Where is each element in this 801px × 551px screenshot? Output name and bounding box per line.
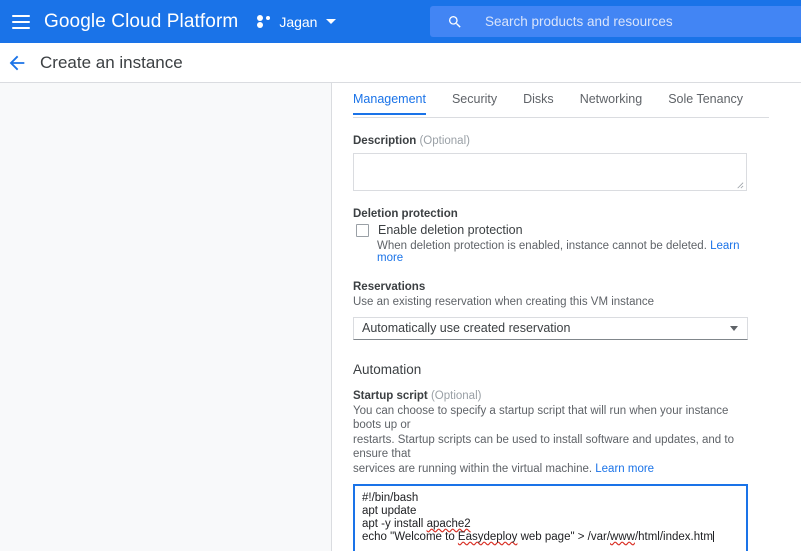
tab-networking[interactable]: Networking: [580, 88, 643, 114]
startup-script-label-text: Startup script: [353, 389, 428, 402]
search-placeholder-text: Search products and resources: [485, 14, 673, 29]
script-line-4-misspelled-word-2: www: [610, 531, 635, 543]
deletion-protection-help: When deletion protection is enabled, ins…: [377, 240, 749, 264]
project-selector[interactable]: Jagan: [257, 13, 337, 30]
description-optional-text: (Optional): [419, 135, 470, 147]
description-label-text: Description: [353, 135, 417, 147]
reservation-select[interactable]: Automatically use created reservation: [353, 316, 748, 340]
search-icon: [449, 15, 461, 28]
deletion-protection-block: Deletion protection Enable deletion prot…: [353, 208, 749, 264]
tab-disks[interactable]: Disks: [523, 88, 554, 114]
script-line-4-part-b: web page" > /var/: [517, 531, 611, 543]
enable-deletion-protection-label[interactable]: Enable deletion protection: [378, 223, 523, 237]
description-label: Description (Optional): [353, 135, 749, 147]
tab-bar: Management Security Disks Networking Sol…: [353, 88, 769, 118]
content-area: Management Security Disks Networking Sol…: [0, 83, 801, 551]
project-name-label: Jagan: [279, 13, 318, 30]
startup-script-optional-text: (Optional): [430, 389, 482, 402]
deletion-protection-help-text: When deletion protection is enabled, ins…: [377, 240, 707, 252]
top-app-bar: Google Cloud Platform Jagan Search produ…: [0, 0, 801, 43]
startup-script-help: You can choose to specify a startup scri…: [353, 404, 749, 477]
reservations-help: Use an existing reservation when creatin…: [353, 296, 655, 308]
startup-script-learn-more-link[interactable]: Learn more: [595, 463, 654, 475]
startup-script-block: Startup script (Optional) You can choose…: [353, 390, 749, 551]
left-summary-panel: [0, 83, 332, 551]
chevron-down-icon: [326, 19, 337, 24]
script-line-4-part-c: /html/index.htm: [634, 531, 713, 543]
script-line-1: #!/bin/bash: [362, 492, 419, 504]
enable-deletion-protection-row[interactable]: Enable deletion protection: [353, 223, 749, 237]
startup-script-label: Startup script (Optional): [353, 390, 749, 402]
text-cursor-caret: [712, 531, 714, 542]
reservations-label: Reservations: [353, 281, 426, 293]
tab-security[interactable]: Security: [452, 88, 497, 114]
tab-sole-tenancy[interactable]: Sole Tenancy: [668, 88, 743, 114]
startup-script-help-line3: services are running within the virtual …: [353, 462, 593, 475]
page-title: Create an instance: [40, 52, 183, 72]
resize-handle-icon[interactable]: [735, 180, 744, 189]
startup-script-help-line1: You can choose to specify a startup scri…: [353, 404, 729, 432]
script-line-3-misspelled-word: apache2: [426, 518, 471, 530]
description-field-block: Description (Optional): [353, 135, 749, 191]
startup-script-textarea[interactable]: #!/bin/bash apt update apt -y install ap…: [353, 484, 748, 551]
checkbox-unchecked-icon[interactable]: [356, 223, 369, 237]
script-line-2: apt update: [362, 505, 417, 517]
automation-heading: Automation: [353, 361, 422, 377]
reservation-selected-value: Automatically use created reservation: [362, 321, 571, 335]
chevron-down-icon: [730, 325, 738, 331]
script-line-4-misspelled-word-1: Easydeploy: [457, 531, 518, 543]
script-line-3: apt -y install apache2: [362, 518, 740, 531]
form-panel: Management Security Disks Networking Sol…: [332, 83, 801, 551]
brand-title: Google Cloud Platform: [44, 10, 239, 32]
description-textarea[interactable]: [353, 153, 747, 191]
tab-management[interactable]: Management: [353, 88, 426, 115]
script-line-4-part-a: echo "Welcome to: [362, 531, 458, 543]
project-dots-icon: [257, 15, 272, 28]
script-line-3-prefix: apt -y install: [362, 518, 427, 530]
deletion-protection-label: Deletion protection: [353, 208, 458, 220]
arrow-back-icon[interactable]: [6, 52, 28, 74]
hamburger-menu-icon[interactable]: [12, 14, 30, 29]
page-subheader: Create an instance: [0, 43, 801, 83]
reservations-block: Reservations Use an existing reservation…: [353, 281, 749, 340]
search-input[interactable]: Search products and resources: [430, 6, 801, 37]
script-line-4: echo "Welcome to Easydeploy web page" > …: [362, 531, 740, 544]
startup-script-help-line2: restarts. Startup scripts can be used to…: [353, 433, 734, 461]
